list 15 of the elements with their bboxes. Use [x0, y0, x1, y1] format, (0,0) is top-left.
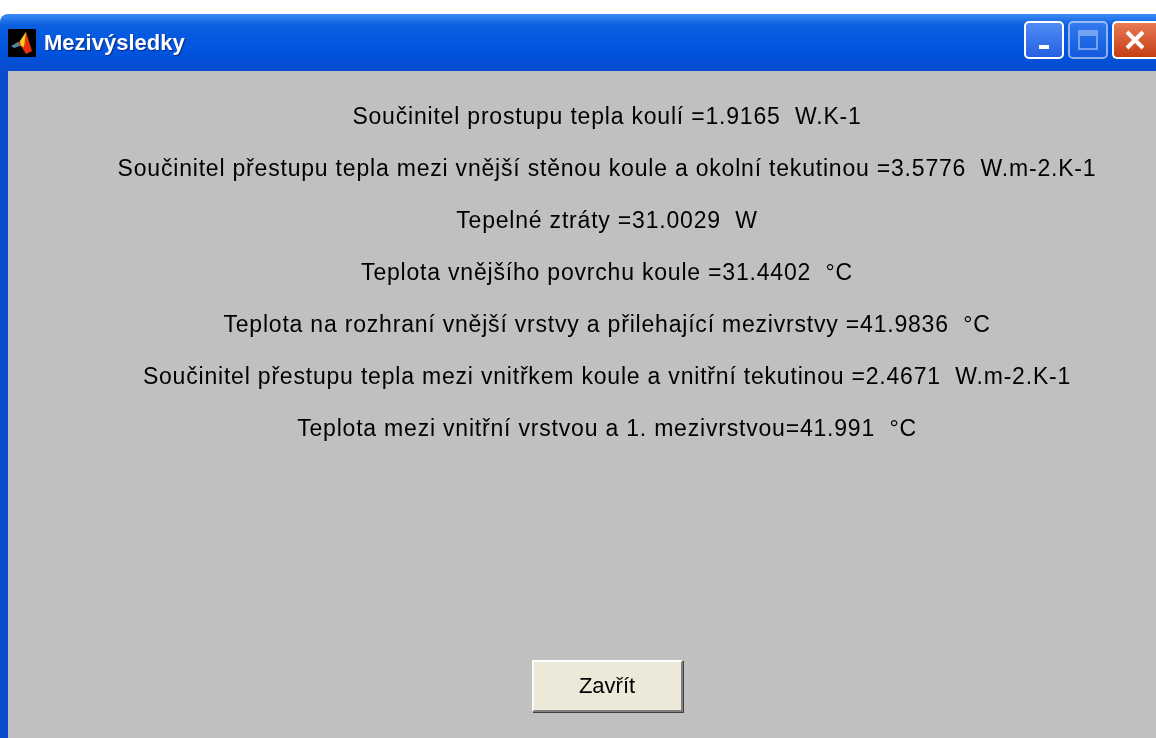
window-title: Mezivýsledky: [44, 29, 186, 56]
result-text: Součinitel prostupu tepla koulí =1.9165 W.K-1: [352, 103, 862, 129]
minimize-button[interactable]: [1024, 20, 1064, 59]
result-text: Tepelné ztráty =31.0029 W: [456, 207, 758, 233]
result-text: Součinitel přestupu tepla mezi vnější stěnou koule a okolní tekutinou =3.5776 W.m-2.K-1: [117, 155, 1097, 181]
app-icon: [8, 28, 36, 57]
result-text: Teplota na rozhraní vnější vrstvy a přilehající mezivrstvy =41.9836 °C: [223, 311, 991, 337]
result-text: Součinitel přestupu tepla mezi vnitřkem koule a vnitřní tekutinou =2.4671 W.m-2.K-1: [142, 363, 1072, 389]
minimize-icon: [1039, 44, 1049, 49]
maximize-icon: [1077, 28, 1099, 51]
close-button[interactable]: [1112, 20, 1156, 59]
maximize-button[interactable]: [1068, 20, 1108, 59]
result-text: Teplota mezi vnitřní vrstvou a 1. mezivrstvou=41.991 °C: [297, 415, 917, 441]
result-text: Teplota vnějšího povrchu koule =31.4402 °C: [361, 259, 853, 285]
close-dialog-button[interactable]: Zavřít: [531, 660, 683, 712]
